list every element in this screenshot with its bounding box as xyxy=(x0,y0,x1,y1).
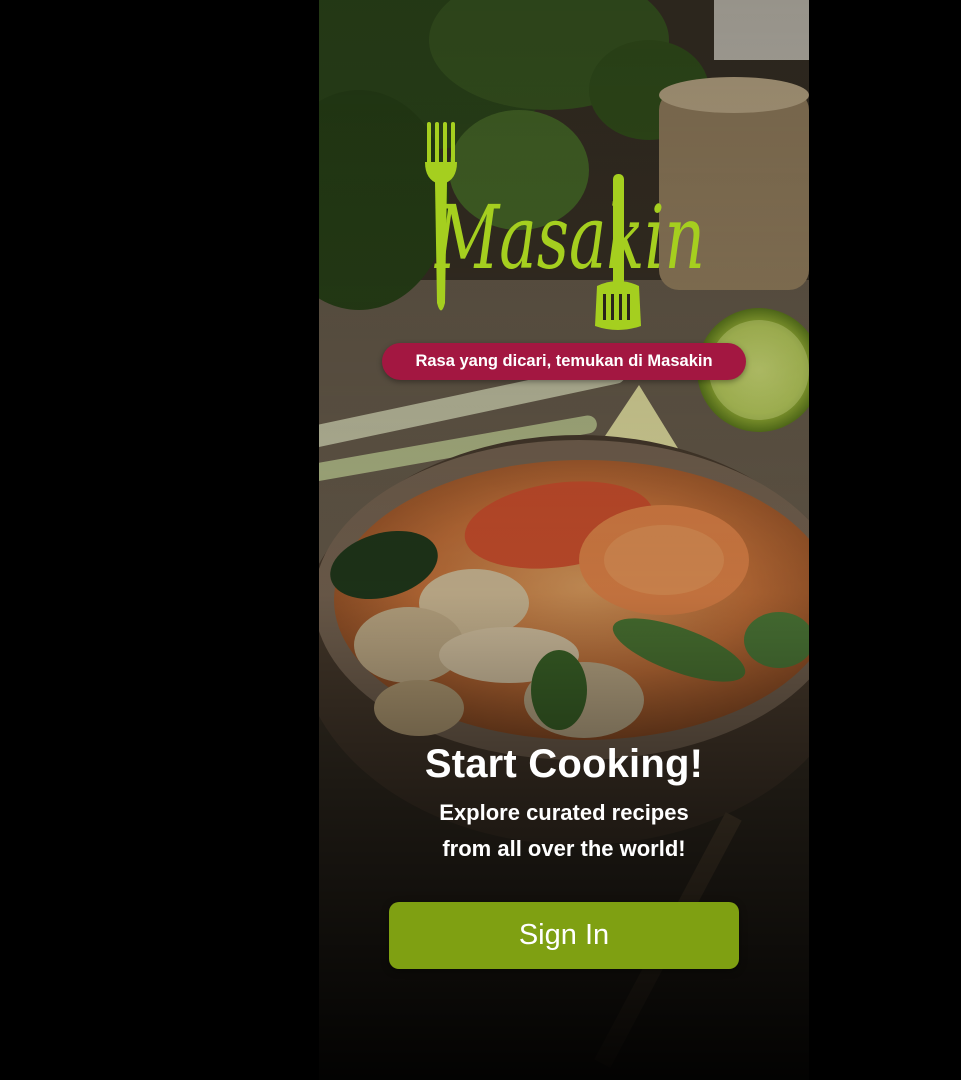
masakin-logo: Masakin xyxy=(425,122,705,330)
tagline-badge: Rasa yang dicari, temukan di Masakin xyxy=(382,343,746,380)
sign-in-button[interactable]: Sign In xyxy=(389,902,739,969)
welcome-screen: Masakin Rasa yang dicari, temukan di Mas… xyxy=(319,0,809,1080)
page-title: Start Cooking! xyxy=(424,742,704,786)
subtitle-line-2: from all over the world! xyxy=(442,836,686,861)
subtitle-line-1: Explore curated recipes xyxy=(439,800,689,825)
brand-wordmark: Masakin xyxy=(434,186,705,289)
subtitle: Explore curated recipes from all over th… xyxy=(319,795,809,867)
